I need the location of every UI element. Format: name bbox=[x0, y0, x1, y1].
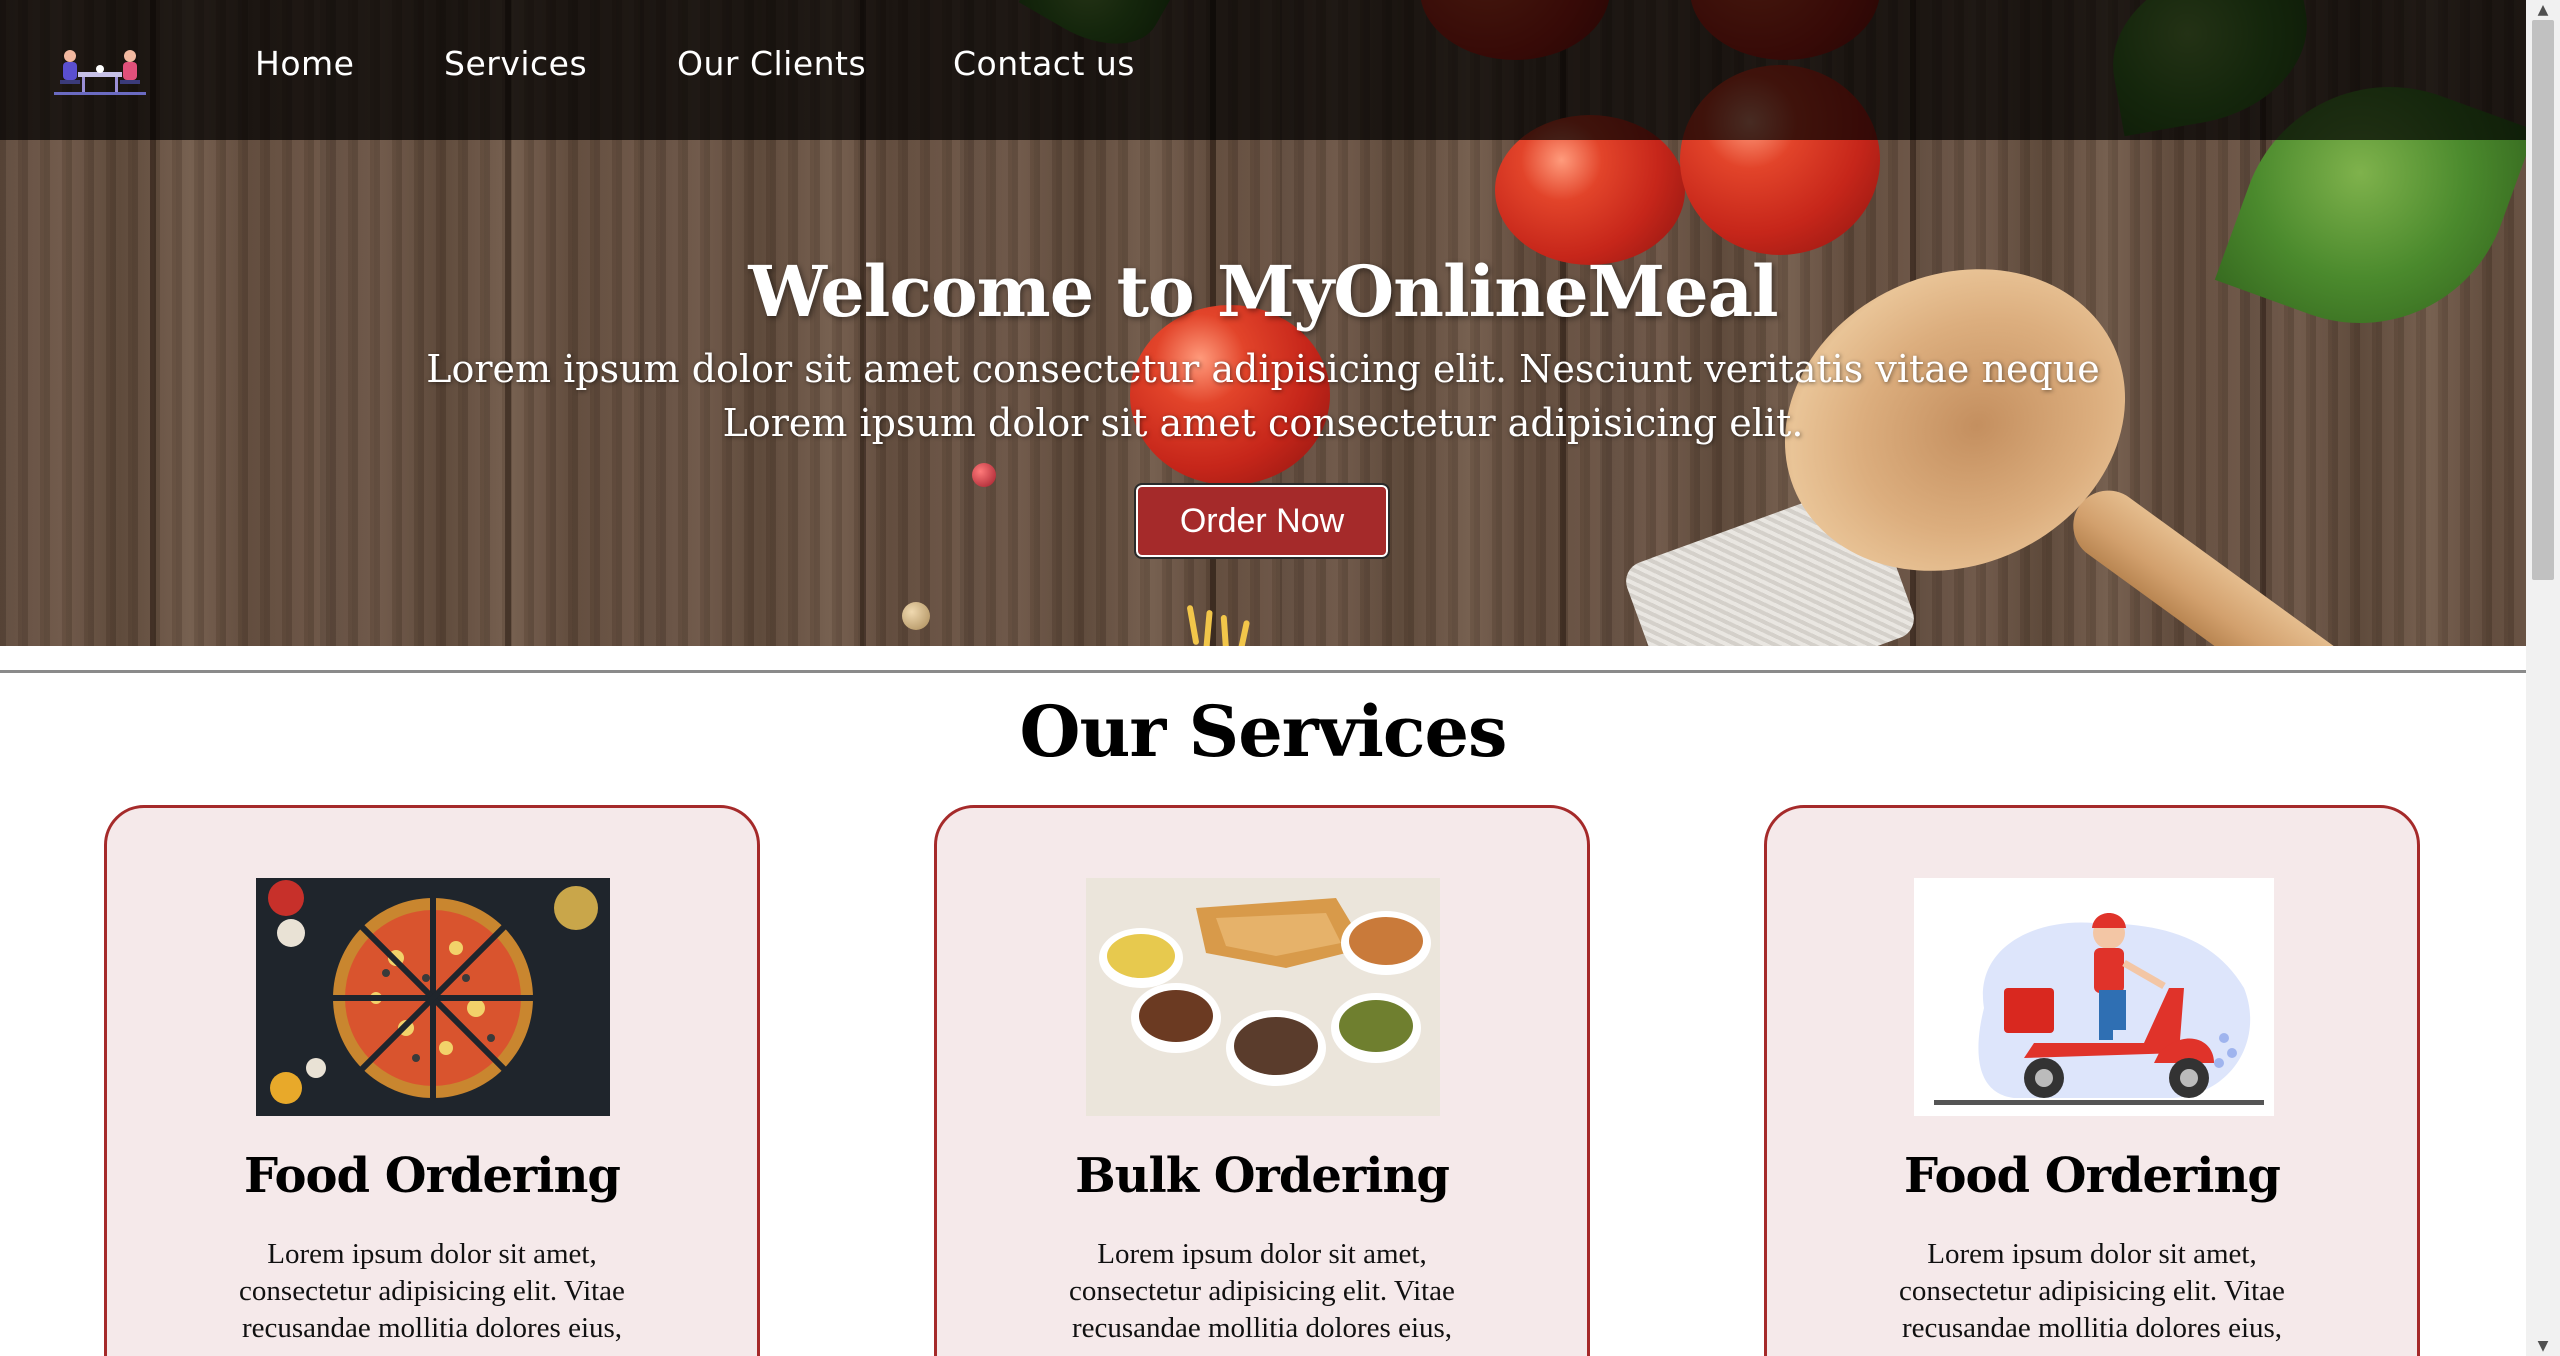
indian-meal-image bbox=[1086, 878, 1440, 1116]
scrollbar-thumb[interactable] bbox=[2532, 20, 2554, 580]
pasta-decoration bbox=[1235, 619, 1251, 646]
nav-link-services[interactable]: Services bbox=[444, 44, 587, 83]
nav-link-our-clients[interactable]: Our Clients bbox=[677, 44, 866, 83]
navbar: Home Services Our Clients Contact us bbox=[0, 0, 2526, 140]
service-card-food-ordering: Food Ordering Lorem ipsum dolor sit amet… bbox=[104, 805, 760, 1356]
scroll-up-arrow-icon[interactable]: ▲ bbox=[2526, 0, 2560, 20]
hero-subtitle-line2: Lorem ipsum dolor sit amet consectetur a… bbox=[722, 401, 1804, 445]
card-title: Food Ordering bbox=[244, 1148, 621, 1204]
section-divider bbox=[0, 670, 2526, 673]
service-card-food-ordering-delivery: Food Ordering Lorem ipsum dolor sit amet… bbox=[1764, 805, 2420, 1356]
delivery-scooter-image bbox=[1914, 878, 2274, 1116]
pasta-decoration bbox=[1220, 614, 1230, 646]
peppercorn-decoration bbox=[972, 463, 996, 487]
page-scrollbar[interactable]: ▲ ▼ bbox=[2526, 0, 2560, 1356]
pizza-image bbox=[256, 878, 610, 1116]
nav-link-home[interactable]: Home bbox=[255, 44, 354, 83]
service-card-bulk-ordering: Bulk Ordering Lorem ipsum dolor sit amet… bbox=[934, 805, 1590, 1356]
logo-icon[interactable] bbox=[52, 42, 148, 98]
services-heading: Our Services bbox=[1019, 690, 1508, 773]
peppercorn-decoration bbox=[902, 602, 930, 630]
scroll-down-arrow-icon[interactable]: ▼ bbox=[2526, 1336, 2560, 1356]
card-title: Bulk Ordering bbox=[1075, 1148, 1450, 1204]
card-title: Food Ordering bbox=[1904, 1148, 2281, 1204]
wooden-spoon-decoration bbox=[2059, 476, 2481, 646]
card-description: Lorem ipsum dolor sit amet, consectetur … bbox=[1069, 1238, 1455, 1344]
hero-title: Welcome to MyOnlineMeal bbox=[748, 250, 1778, 333]
card-description: Lorem ipsum dolor sit amet, consectetur … bbox=[239, 1238, 625, 1344]
card-description: Lorem ipsum dolor sit amet, consectetur … bbox=[1899, 1238, 2285, 1344]
order-now-button[interactable]: Order Now bbox=[1134, 483, 1390, 559]
hero-subtitle-line1: Lorem ipsum dolor sit amet consectetur a… bbox=[426, 347, 2100, 391]
nav-link-contact-us[interactable]: Contact us bbox=[953, 44, 1135, 83]
pasta-decoration bbox=[1186, 604, 1200, 646]
